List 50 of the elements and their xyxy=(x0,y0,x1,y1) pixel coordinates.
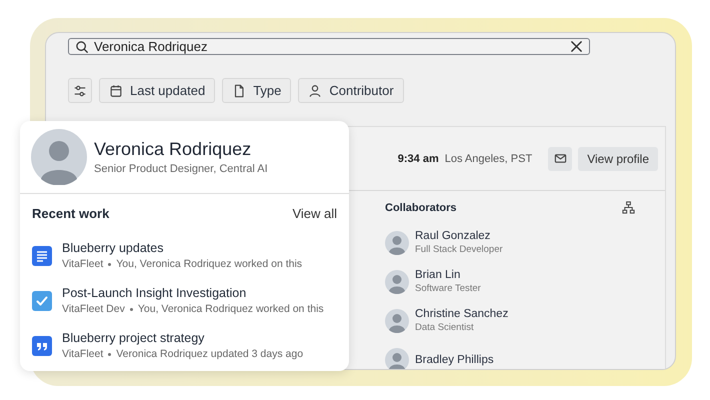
job-title: Senior Product Designer, Central AI xyxy=(94,163,268,175)
separator-dot xyxy=(130,308,133,310)
avatar xyxy=(385,308,409,332)
filter-button[interactable]: Type xyxy=(222,78,292,103)
checkbox-icon xyxy=(32,290,52,310)
section-heading: Collaborators xyxy=(385,202,457,214)
work-item-title[interactable]: Blueberry updates xyxy=(62,241,302,255)
space-name: VitaFleet Dev xyxy=(62,303,125,315)
separator-dot xyxy=(108,262,112,266)
document-icon xyxy=(32,246,52,266)
calendar-icon xyxy=(109,84,123,98)
separator-dot xyxy=(108,352,112,356)
work-item-title[interactable]: Post-Launch Insight Investigation xyxy=(62,286,324,300)
activity-text: Veronica Rodriquez updated 3 days ago xyxy=(116,348,304,360)
filter-button[interactable]: Last updated xyxy=(99,78,216,103)
search-input[interactable]: Veronica Rodriquez xyxy=(94,39,565,54)
avatar xyxy=(31,129,87,185)
space-name: VitaFleet xyxy=(62,348,104,360)
local-time: 9:34 am xyxy=(398,152,439,164)
document-icon xyxy=(232,84,246,98)
quote-icon xyxy=(32,336,52,356)
collaborator-role: Full Stack Developer xyxy=(415,244,503,255)
avatar xyxy=(385,270,409,294)
view-all-link[interactable]: View all xyxy=(292,206,337,221)
filter-settings-button[interactable] xyxy=(68,78,92,103)
sliders-icon xyxy=(73,84,87,98)
space-name: VitaFleet xyxy=(62,258,104,270)
activity-text: You, Veronica Rodriquez worked on this xyxy=(116,258,302,270)
avatar xyxy=(385,348,409,369)
section-heading: Recent work xyxy=(32,206,110,221)
work-item-title[interactable]: Blueberry project strategy xyxy=(62,331,304,345)
collaborator-role: Data Scientist xyxy=(415,322,475,333)
collaborator-name[interactable]: Bradley Phillips xyxy=(415,354,494,366)
close-icon[interactable] xyxy=(570,40,583,53)
envelope-icon xyxy=(554,152,567,165)
email-button[interactable] xyxy=(548,146,572,170)
profile-name: Veronica Rodriquez xyxy=(94,139,252,160)
collaborator-role: Software Tester xyxy=(415,283,481,294)
collaborator-name[interactable]: Christine Sanchez xyxy=(415,308,508,320)
filter-button[interactable]: Contributor xyxy=(298,78,404,103)
location: Los Angeles, PST xyxy=(444,152,532,164)
search-bar[interactable]: Veronica Rodriquez xyxy=(68,38,590,55)
person-icon xyxy=(308,84,322,98)
view-profile-button[interactable]: View profile xyxy=(578,146,658,170)
search-icon xyxy=(75,40,89,54)
collaborator-name[interactable]: Brian Lin xyxy=(415,269,481,281)
hierarchy-icon[interactable] xyxy=(622,201,635,214)
avatar xyxy=(385,230,409,254)
collaborator-name[interactable]: Raul Gonzalez xyxy=(415,230,503,242)
activity-text: You, Veronica Rodriquez worked on this xyxy=(138,303,324,315)
